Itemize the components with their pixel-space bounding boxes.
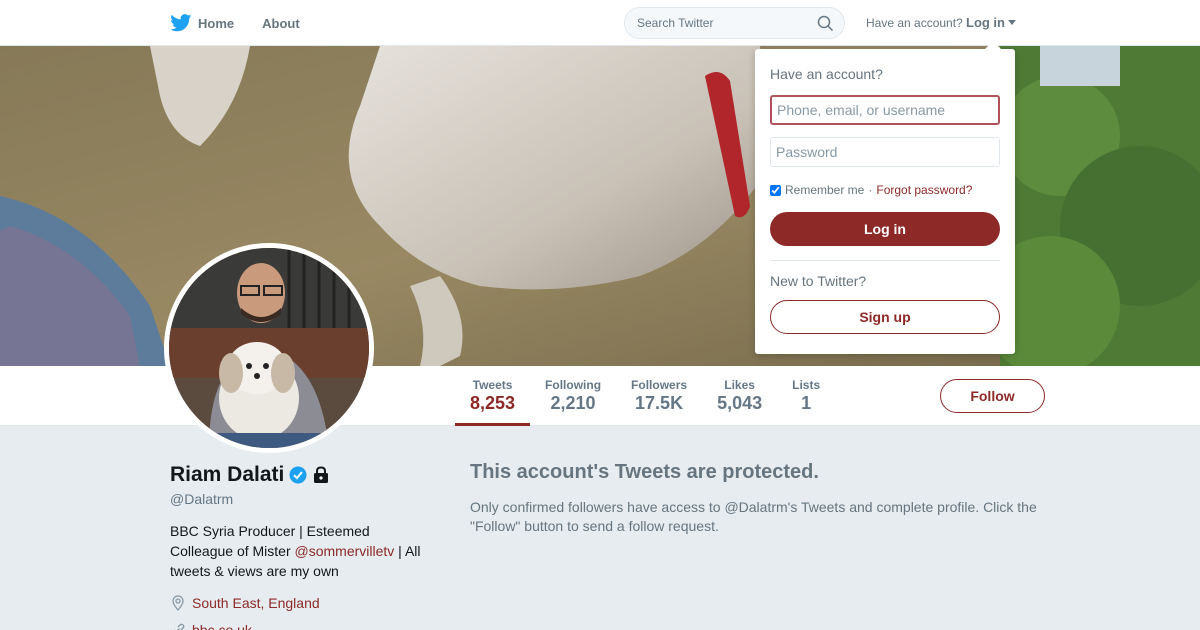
stat-followers[interactable]: Followers 17.5K: [616, 366, 702, 426]
follow-button[interactable]: Follow: [940, 379, 1045, 413]
new-to-twitter-label: New to Twitter?: [770, 273, 867, 289]
remember-row: Remember me · Forgot password?: [770, 183, 972, 197]
protected-title: This account's Tweets are protected.: [470, 461, 819, 483]
profile-name[interactable]: Riam Dalati: [170, 463, 284, 487]
stat-value: 17.5K: [635, 393, 684, 413]
caret-down-icon: [1008, 20, 1016, 25]
password-field[interactable]: [770, 137, 1000, 167]
signup-button[interactable]: Sign up: [770, 300, 1000, 334]
stat-value: 5,043: [717, 393, 763, 413]
location-pin-icon: [172, 595, 184, 611]
nav-about-label: About: [262, 15, 300, 31]
account-question: Have an account?: [866, 16, 963, 30]
bio-mention-link[interactable]: @sommervilletv: [295, 543, 395, 559]
login-dropdown: Have an account? Remember me · Forgot pa…: [755, 41, 1015, 354]
profile-bio: BBC Syria Producer | Esteemed Colleague …: [170, 521, 435, 581]
avatar[interactable]: [164, 243, 374, 453]
profile-location: South East, England: [170, 595, 320, 611]
nav-home-label: Home: [198, 15, 235, 31]
nav-home[interactable]: Home: [170, 14, 234, 32]
top-navigation-bar: Home About Have an account? Log in: [0, 0, 1200, 46]
avatar-image: [169, 248, 369, 448]
remember-me-checkbox[interactable]: [770, 184, 781, 196]
nav-about[interactable]: About: [262, 16, 300, 31]
stat-label: Following: [545, 378, 602, 392]
stat-label: Followers: [631, 378, 688, 392]
stat-following[interactable]: Following 2,210: [530, 366, 616, 426]
profile-stats: Tweets 8,253 Following 2,210 Followers 1…: [455, 366, 835, 426]
global-nav: Home About: [170, 0, 328, 46]
verified-badge-icon: [289, 466, 307, 484]
url-link[interactable]: bbc.co.uk: [192, 622, 252, 630]
stat-likes[interactable]: Likes 5,043: [702, 366, 777, 426]
stat-label: Tweets: [472, 378, 513, 392]
search-icon[interactable]: [817, 15, 834, 32]
search-box: [624, 7, 845, 39]
stat-lists[interactable]: Lists 1: [777, 366, 835, 426]
lock-icon: [314, 466, 329, 483]
separator: ·: [868, 183, 873, 197]
divider: [770, 260, 1000, 261]
location-text[interactable]: South East, England: [192, 595, 320, 611]
remember-me-label[interactable]: Remember me: [785, 183, 864, 197]
login-toggle-label: Log in: [966, 15, 1005, 30]
twitter-bird-icon: [170, 14, 192, 32]
profile-url: bbc.co.uk: [170, 622, 252, 630]
stat-value: 1: [801, 393, 812, 413]
profile-handle[interactable]: @Dalatrm: [170, 491, 233, 507]
username-field[interactable]: [770, 95, 1000, 125]
login-button[interactable]: Log in: [770, 212, 1000, 246]
login-dropdown-toggle[interactable]: Log in: [966, 15, 1016, 30]
protected-text: Only confirmed followers have access to …: [470, 499, 1037, 534]
stat-value: 2,210: [550, 393, 596, 413]
dropdown-title: Have an account?: [770, 66, 883, 82]
profile-name-row: Riam Dalati: [170, 463, 330, 487]
forgot-password-link[interactable]: Forgot password?: [876, 183, 972, 197]
search-input[interactable]: [637, 16, 807, 30]
stat-value: 8,253: [470, 393, 516, 413]
stat-label: Likes: [724, 378, 755, 392]
link-icon: [174, 623, 185, 630]
stat-label: Lists: [792, 378, 821, 392]
stat-tweets[interactable]: Tweets 8,253: [455, 366, 531, 426]
